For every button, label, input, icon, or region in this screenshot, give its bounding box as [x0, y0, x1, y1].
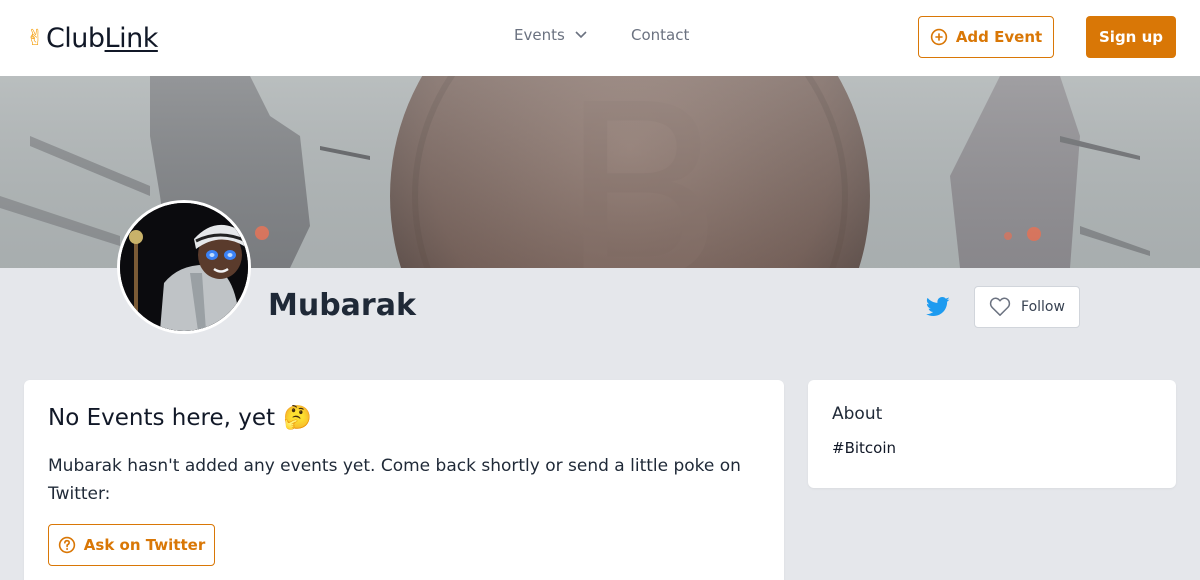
ask-on-twitter-label: Ask on Twitter — [83, 536, 206, 554]
top-navbar: ✌ Club Link Events Contact Add Event Sign… — [0, 0, 1200, 76]
twitter-icon[interactable] — [925, 296, 950, 318]
chevron-down-icon — [575, 31, 587, 39]
logo-text-club: Club — [45, 22, 105, 54]
plus-circle-icon — [930, 28, 948, 46]
add-event-label: Add Event — [955, 28, 1043, 46]
events-empty-heading: No Events here, yet 🤔 — [48, 404, 312, 432]
nav-events-dropdown[interactable]: Events — [514, 26, 587, 44]
peace-hand-icon: ✌ — [26, 25, 44, 51]
heart-icon — [989, 297, 1011, 316]
signup-button[interactable]: Sign up — [1086, 16, 1176, 58]
thinking-face-icon: 🤔 — [283, 405, 312, 431]
follow-button[interactable]: Follow — [974, 286, 1080, 328]
question-circle-icon — [58, 536, 75, 554]
follow-label: Follow — [1021, 299, 1065, 315]
clublink-logo[interactable]: ✌ Club Link — [26, 22, 158, 54]
events-card: No Events here, yet 🤔 Mubarak hasn't add… — [24, 380, 784, 580]
profile-name: Mubarak — [268, 288, 416, 323]
about-tag: #Bitcoin — [832, 439, 897, 457]
avatar-artwork — [120, 203, 248, 331]
about-title: About — [832, 404, 883, 424]
logo-text-link: Link — [104, 22, 159, 54]
events-empty-title: No Events here, yet — [48, 404, 276, 431]
ask-on-twitter-button[interactable]: Ask on Twitter — [48, 524, 215, 566]
nav-events-label: Events — [514, 26, 565, 44]
profile-avatar — [117, 200, 251, 334]
events-empty-message: Mubarak hasn't added any events yet. Com… — [48, 456, 741, 504]
about-card: About #Bitcoin — [808, 380, 1176, 488]
add-event-button[interactable]: Add Event — [918, 16, 1054, 58]
nav-contact-link[interactable]: Contact — [631, 26, 689, 44]
